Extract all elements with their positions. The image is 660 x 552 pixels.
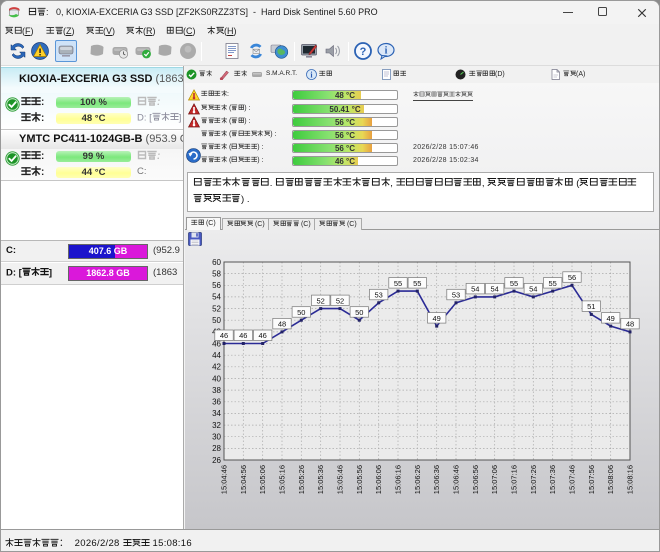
- svg-text:?: ?: [360, 46, 367, 58]
- svg-text:15:06:16: 15:06:16: [394, 465, 403, 494]
- svg-text:52: 52: [317, 296, 325, 305]
- svg-text:15:05:16: 15:05:16: [278, 465, 287, 494]
- svg-text:30: 30: [212, 433, 221, 442]
- svg-text:15:08:06: 15:08:06: [606, 465, 615, 494]
- svg-text:54: 54: [471, 285, 479, 294]
- svg-text:15:06:46: 15:06:46: [452, 465, 461, 494]
- svg-text:54: 54: [529, 285, 537, 294]
- svg-text:49: 49: [433, 314, 441, 323]
- svg-text:38: 38: [212, 386, 221, 395]
- svg-text:34: 34: [212, 409, 221, 418]
- svg-text:15:06:36: 15:06:36: [432, 465, 441, 494]
- svg-text:51: 51: [587, 302, 595, 311]
- svg-text:50: 50: [212, 316, 221, 325]
- svg-text:53: 53: [452, 291, 460, 300]
- svg-text:56: 56: [568, 273, 576, 282]
- svg-text:15:04:46: 15:04:46: [220, 465, 229, 494]
- svg-text:i: i: [385, 46, 388, 57]
- svg-text:50: 50: [297, 308, 305, 317]
- svg-text:15:06:56: 15:06:56: [471, 465, 480, 494]
- svg-text:54: 54: [212, 293, 221, 302]
- svg-text:53: 53: [375, 291, 383, 300]
- svg-text:55: 55: [510, 279, 518, 288]
- svg-text:48: 48: [626, 320, 634, 329]
- svg-text:60: 60: [212, 258, 221, 267]
- svg-text:15:06:06: 15:06:06: [374, 465, 383, 494]
- svg-text:50: 50: [355, 308, 363, 317]
- svg-text:15:06:26: 15:06:26: [413, 465, 422, 494]
- svg-text:15:05:56: 15:05:56: [355, 465, 364, 494]
- svg-text:55: 55: [394, 279, 402, 288]
- svg-text:15:05:06: 15:05:06: [258, 465, 267, 494]
- svg-text:46: 46: [239, 331, 247, 340]
- svg-text:54: 54: [491, 285, 499, 294]
- svg-text:15:08:16: 15:08:16: [626, 465, 635, 494]
- svg-text:44: 44: [212, 351, 221, 360]
- svg-text:15:07:56: 15:07:56: [587, 465, 596, 494]
- svg-text:15:07:26: 15:07:26: [529, 465, 538, 494]
- svg-text:55: 55: [549, 279, 557, 288]
- svg-text:48: 48: [278, 320, 286, 329]
- svg-text:15:07:06: 15:07:06: [490, 465, 499, 494]
- svg-text:15:05:26: 15:05:26: [297, 465, 306, 494]
- svg-text:55: 55: [413, 279, 421, 288]
- svg-text:40: 40: [212, 374, 221, 383]
- svg-text:15:05:36: 15:05:36: [316, 465, 325, 494]
- svg-text:26: 26: [212, 456, 221, 465]
- svg-text:15:04:56: 15:04:56: [239, 465, 248, 494]
- svg-text:32: 32: [212, 421, 221, 430]
- svg-text:46: 46: [220, 331, 228, 340]
- svg-text:52: 52: [212, 304, 221, 313]
- svg-text:36: 36: [212, 398, 221, 407]
- svg-text:46: 46: [259, 331, 267, 340]
- svg-text:15:07:36: 15:07:36: [548, 465, 557, 494]
- svg-text:15:07:46: 15:07:46: [568, 465, 577, 494]
- svg-text:15:05:46: 15:05:46: [336, 465, 345, 494]
- svg-text:52: 52: [336, 296, 344, 305]
- svg-text:28: 28: [212, 444, 221, 453]
- svg-text:49: 49: [607, 314, 615, 323]
- svg-text:42: 42: [212, 363, 221, 372]
- svg-text:58: 58: [212, 269, 221, 278]
- svg-text:56: 56: [212, 281, 221, 290]
- svg-text:15:07:16: 15:07:16: [510, 465, 519, 494]
